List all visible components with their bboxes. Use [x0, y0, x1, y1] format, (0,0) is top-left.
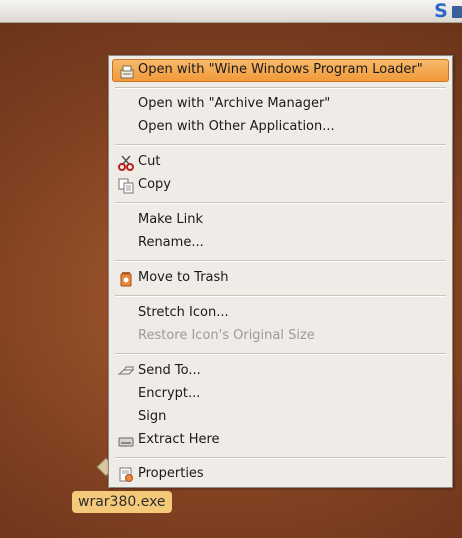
top-panel: S	[0, 0, 462, 23]
menu-separator	[115, 202, 446, 204]
menu-separator	[115, 353, 446, 355]
menu-item-cut[interactable]: Cut	[112, 151, 449, 174]
network-icon[interactable]	[452, 6, 462, 18]
menu-separator	[115, 260, 446, 262]
app-s-icon[interactable]: S	[430, 1, 452, 21]
menu-item-label: Rename...	[138, 235, 204, 250]
menu-item-label: Stretch Icon...	[138, 305, 229, 320]
menu-item-label: Open with Other Application...	[138, 119, 335, 134]
menu-item-label: Extract Here	[138, 432, 220, 447]
properties-icon	[118, 467, 134, 483]
menu-separator	[115, 87, 446, 89]
menu-item-move-to-trash[interactable]: Move to Trash	[112, 267, 449, 290]
menu-item-sign[interactable]: Sign	[112, 406, 449, 429]
menu-separator	[115, 295, 446, 297]
menu-item-send-to[interactable]: Send To...	[112, 360, 449, 383]
menu-item-label: Sign	[138, 409, 167, 424]
extract-icon	[118, 433, 134, 449]
menu-item-label: Properties	[138, 466, 204, 481]
menu-item-label: Restore Icon's Original Size	[138, 328, 315, 343]
trash-icon	[118, 271, 134, 287]
menu-item-label: Make Link	[138, 212, 203, 227]
menu-separator	[115, 144, 446, 146]
menu-item-label: Open with "Archive Manager"	[138, 96, 331, 111]
menu-item-label: Encrypt...	[138, 386, 201, 401]
menu-item-rename[interactable]: Rename...	[112, 232, 449, 255]
menu-item-label: Send To...	[138, 363, 201, 378]
menu-item-copy[interactable]: Copy	[112, 174, 449, 197]
wine-icon	[119, 64, 135, 80]
menu-item-label: Copy	[138, 177, 171, 192]
menu-separator	[115, 457, 446, 459]
menu-item-open-with-wine[interactable]: Open with "Wine Windows Program Loader"	[112, 59, 449, 82]
menu-item-restore-icon-size: Restore Icon's Original Size	[112, 325, 449, 348]
desktop-file-label[interactable]: wrar380.exe	[72, 491, 172, 513]
menu-item-open-with-other-application[interactable]: Open with Other Application...	[112, 116, 449, 139]
menu-item-extract-here[interactable]: Extract Here	[112, 429, 449, 452]
context-menu: Open with "Wine Windows Program Loader" …	[108, 55, 453, 488]
menu-item-properties[interactable]: Properties	[112, 463, 449, 486]
menu-item-label: Move to Trash	[138, 270, 229, 285]
menu-item-stretch-icon[interactable]: Stretch Icon...	[112, 302, 449, 325]
menu-item-open-with-archive-manager[interactable]: Open with "Archive Manager"	[112, 93, 449, 116]
send-icon	[117, 364, 135, 380]
menu-item-label: Open with "Wine Windows Program Loader"	[138, 62, 423, 77]
scissors-icon	[118, 155, 134, 171]
copy-icon	[118, 178, 134, 194]
menu-item-make-link[interactable]: Make Link	[112, 209, 449, 232]
menu-item-label: Cut	[138, 154, 161, 169]
menu-item-encrypt[interactable]: Encrypt...	[112, 383, 449, 406]
